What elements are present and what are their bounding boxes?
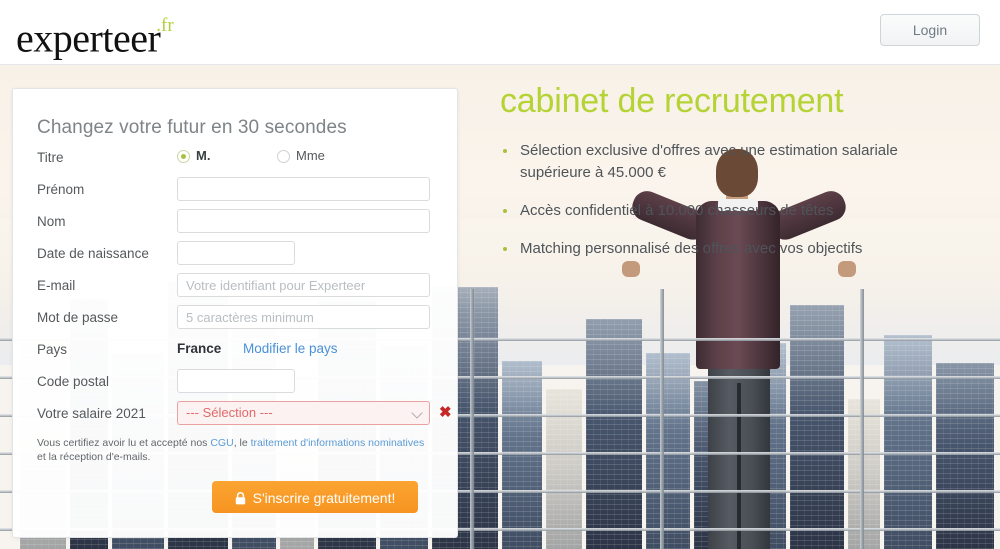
lastname-input[interactable] bbox=[177, 209, 430, 233]
site-logo[interactable]: experteer.fr bbox=[16, 8, 178, 62]
postcode-label: Code postal bbox=[37, 374, 110, 389]
radio-title-male[interactable]: M. bbox=[177, 147, 210, 165]
logo-wordmark: experteer bbox=[16, 15, 161, 61]
radio-title-male-label: M. bbox=[196, 148, 211, 163]
form-title: Changez votre futur en 30 secondes bbox=[37, 117, 347, 138]
field-row-firstname: Prénom bbox=[37, 177, 437, 211]
field-row-salary: Votre salaire 2021 --- Sélection --- ✖ bbox=[37, 401, 452, 435]
field-row-email: E-mail bbox=[37, 273, 437, 307]
field-row-birthdate: Date de naissance bbox=[37, 241, 437, 275]
promo-bullet-list: Sélection exclusive d'offres avec une es… bbox=[500, 140, 990, 260]
railing-post bbox=[470, 289, 474, 549]
logo-tld: .fr bbox=[156, 15, 174, 36]
password-label: Mot de passe bbox=[37, 310, 119, 325]
promo-pane: cabinet de recrutement Sélection exclusi… bbox=[500, 78, 990, 276]
field-row-password: Mot de passe bbox=[37, 305, 437, 339]
railing-post bbox=[660, 289, 664, 549]
signup-button[interactable]: S'inscrire gratuitement! bbox=[212, 481, 418, 513]
password-input[interactable] bbox=[177, 305, 430, 329]
postcode-input[interactable] bbox=[177, 369, 295, 393]
page-header: experteer.fr Login bbox=[0, 0, 1000, 65]
legal-part-3: et la réception d'e-mails. bbox=[37, 451, 151, 463]
field-row-country: Pays France Modifier le pays bbox=[37, 339, 437, 371]
firstname-input[interactable] bbox=[177, 177, 430, 201]
radio-dot-icon bbox=[277, 150, 290, 163]
promo-bullet-item: Accès confidentiel à 10.000 chasseurs de… bbox=[500, 200, 910, 222]
email-label: E-mail bbox=[37, 278, 76, 293]
birthdate-input[interactable] bbox=[177, 241, 295, 265]
chevron-down-icon bbox=[413, 409, 422, 418]
radio-dot-selected-icon bbox=[177, 150, 190, 163]
legal-part-1: Vous certifiez avoir lu et accepté nos bbox=[37, 437, 211, 449]
data-processing-link[interactable]: traitement d'informations nominatives bbox=[251, 437, 425, 449]
signup-button-label: S'inscrire gratuitement! bbox=[252, 490, 396, 506]
lock-icon bbox=[235, 484, 246, 516]
lastname-label: Nom bbox=[37, 214, 66, 229]
promo-bullet-item: Matching personnalisé des offres avec vo… bbox=[500, 238, 910, 260]
salary-select[interactable]: --- Sélection --- bbox=[177, 401, 430, 425]
registration-form-card: Changez votre futur en 30 secondes Titre… bbox=[12, 88, 458, 538]
email-input[interactable] bbox=[177, 273, 430, 297]
radio-title-female-label: Mme bbox=[296, 148, 325, 163]
firstname-label: Prénom bbox=[37, 182, 85, 197]
country-label: Pays bbox=[37, 342, 68, 357]
field-row-postcode: Code postal bbox=[37, 369, 437, 403]
salary-error-icon: ✖ bbox=[439, 404, 452, 421]
field-row-title: Titre M. Mme bbox=[37, 147, 437, 179]
salary-selected-value: --- Sélection --- bbox=[186, 405, 273, 420]
legal-part-2: , le bbox=[233, 437, 251, 449]
field-row-lastname: Nom bbox=[37, 209, 437, 243]
salary-label: Votre salaire 2021 bbox=[37, 406, 146, 421]
login-button[interactable]: Login bbox=[880, 14, 980, 46]
promo-headline: cabinet de recrutement bbox=[500, 82, 844, 120]
legal-consent-text: Vous certifiez avoir lu et accepté nos C… bbox=[37, 436, 429, 464]
promo-bullet-item: Sélection exclusive d'offres avec une es… bbox=[500, 140, 910, 184]
change-country-link[interactable]: Modifier le pays bbox=[243, 339, 338, 359]
railing-post bbox=[860, 289, 864, 549]
cgu-link[interactable]: CGU bbox=[210, 437, 233, 449]
birthdate-label: Date de naissance bbox=[37, 246, 149, 261]
title-label: Titre bbox=[37, 150, 64, 165]
country-value: France bbox=[177, 341, 222, 356]
radio-title-female[interactable]: Mme bbox=[277, 147, 325, 165]
